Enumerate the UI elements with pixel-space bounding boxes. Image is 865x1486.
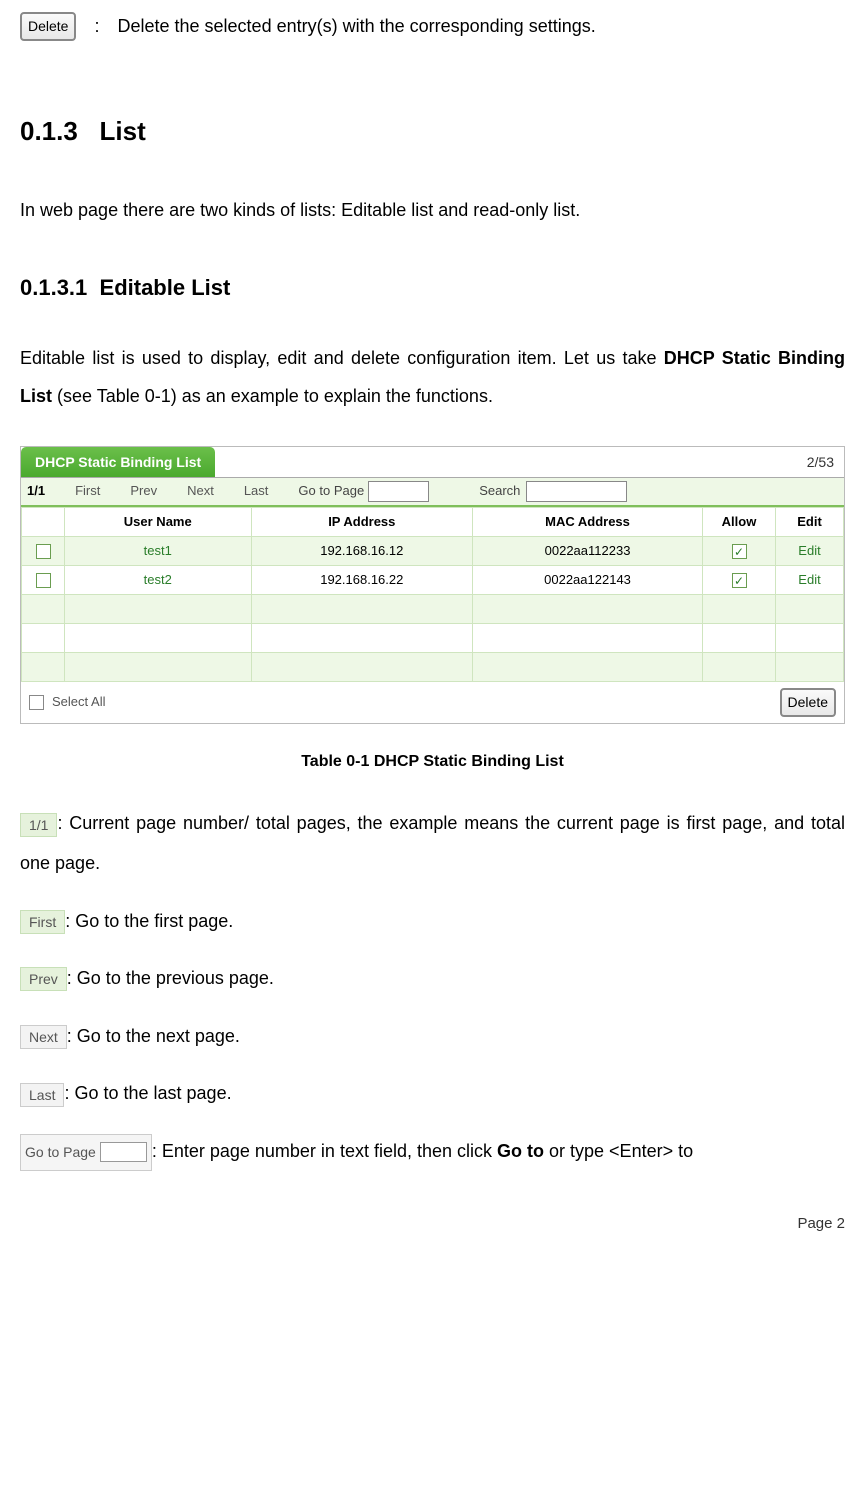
legend-goto: Go to Page : Enter page number in text f… — [20, 1132, 845, 1172]
page-footer: Page 2 — [20, 1212, 845, 1236]
nav-goto: Go to Page — [298, 481, 429, 502]
table-row-empty — [22, 653, 844, 682]
subheading-title: Editable List — [100, 275, 231, 300]
heading-0-1-3: 0.1.3 List — [20, 111, 845, 153]
col-edit: Edit — [776, 508, 844, 537]
table-counter: 2/53 — [797, 447, 844, 477]
nav-first[interactable]: First — [75, 481, 100, 502]
chip-next: Next — [20, 1025, 67, 1049]
legend-first-text: : Go to the first page. — [65, 911, 233, 931]
table-bottom-bar: Select All Delete — [21, 682, 844, 722]
legend-goto-bold: Go to — [497, 1141, 544, 1161]
edit-link[interactable]: Edit — [776, 566, 844, 595]
col-allow: Allow — [703, 508, 776, 537]
chip-goto: Go to Page — [20, 1134, 152, 1171]
cell-ip: 192.168.16.12 — [251, 537, 473, 566]
delete-button-graphic: Delete — [20, 12, 76, 40]
cell-mac: 0022aa112233 — [473, 537, 703, 566]
subheading-num: 0.1.3.1 — [20, 275, 87, 300]
search-input[interactable] — [526, 481, 627, 502]
nav-search: Search — [479, 481, 627, 502]
goto-label[interactable]: Go to Page — [298, 481, 364, 502]
row-checkbox[interactable] — [36, 573, 51, 588]
chip-first: First — [20, 910, 65, 934]
select-all-label[interactable]: Select All — [52, 692, 105, 713]
legend-goto-post: or type <Enter> to — [544, 1141, 693, 1161]
legend-next-text: : Go to the next page. — [67, 1026, 240, 1046]
table-tab-title: DHCP Static Binding List — [21, 447, 215, 477]
cell-user[interactable]: test1 — [65, 537, 252, 566]
select-all-checkbox[interactable] — [29, 695, 44, 710]
dhcp-table-figure: DHCP Static Binding List 2/53 1/1 First … — [20, 446, 845, 724]
chip-goto-box — [100, 1142, 147, 1162]
delete-desc: Delete the selected entry(s) with the co… — [117, 12, 595, 41]
nav-last[interactable]: Last — [244, 481, 269, 502]
allow-checkbox[interactable] — [732, 544, 747, 559]
para-pre: Editable list is used to display, edit a… — [20, 348, 664, 368]
legend-pn-text: : Current page number/ total pages, the … — [20, 813, 845, 873]
table-row-empty — [22, 595, 844, 624]
cell-mac: 0022aa122143 — [473, 566, 703, 595]
col-mac: MAC Address — [473, 508, 703, 537]
table-row-empty — [22, 624, 844, 653]
legend-first: First: Go to the first page. — [20, 902, 845, 942]
cell-ip: 192.168.16.22 — [251, 566, 473, 595]
editable-list-paragraph: Editable list is used to display, edit a… — [20, 340, 845, 416]
row-checkbox[interactable] — [36, 544, 51, 559]
data-grid: User Name IP Address MAC Address Allow E… — [21, 507, 844, 682]
table-tab-bar: DHCP Static Binding List 2/53 — [21, 447, 844, 478]
col-ip: IP Address — [251, 508, 473, 537]
colon: : — [94, 12, 99, 41]
legend-last-text: : Go to the last page. — [64, 1083, 231, 1103]
legend-next: Next: Go to the next page. — [20, 1017, 845, 1057]
legend-prev: Prev: Go to the previous page. — [20, 959, 845, 999]
chip-goto-label: Go to Page — [25, 1137, 96, 1168]
page-indicator: 1/1 — [27, 481, 45, 502]
top-delete-line: Delete : Delete the selected entry(s) wi… — [20, 12, 845, 41]
intro-paragraph: In web page there are two kinds of lists… — [20, 192, 845, 230]
legend-page-num: 1/1: Current page number/ total pages, t… — [20, 804, 845, 883]
nav-prev[interactable]: Prev — [130, 481, 157, 502]
goto-input[interactable] — [368, 481, 429, 502]
chip-prev: Prev — [20, 967, 67, 991]
table-delete-button[interactable]: Delete — [780, 688, 836, 716]
allow-checkbox[interactable] — [732, 573, 747, 588]
table-caption: Table 0-1 DHCP Static Binding List — [20, 749, 845, 775]
legend-section: 1/1: Current page number/ total pages, t… — [20, 804, 845, 1171]
cell-user[interactable]: test2 — [65, 566, 252, 595]
col-user: User Name — [65, 508, 252, 537]
search-label: Search — [479, 481, 520, 502]
heading-title: List — [100, 116, 146, 146]
table-nav-row: 1/1 First Prev Next Last Go to Page Sear… — [21, 478, 844, 507]
edit-link[interactable]: Edit — [776, 537, 844, 566]
legend-prev-text: : Go to the previous page. — [67, 968, 274, 988]
table-row: test2 192.168.16.22 0022aa122143 Edit — [22, 566, 844, 595]
chip-last: Last — [20, 1083, 64, 1107]
heading-0-1-3-1: 0.1.3.1 Editable List — [20, 270, 845, 305]
table-row: test1 192.168.16.12 0022aa112233 Edit — [22, 537, 844, 566]
nav-next[interactable]: Next — [187, 481, 214, 502]
legend-last: Last: Go to the last page. — [20, 1074, 845, 1114]
para-post: (see Table 0-1) as an example to explain… — [52, 386, 493, 406]
chip-page-num: 1/1 — [20, 813, 57, 837]
heading-num: 0.1.3 — [20, 116, 78, 146]
legend-goto-pre: : Enter page number in text field, then … — [152, 1141, 497, 1161]
